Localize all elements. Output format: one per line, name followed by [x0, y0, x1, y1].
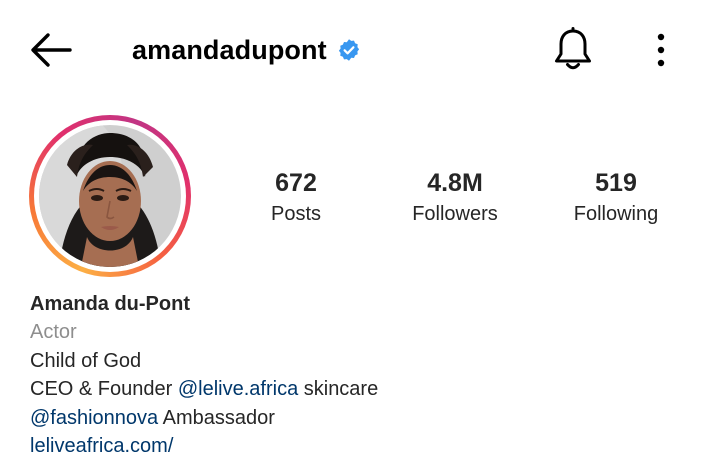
posts-label: Posts — [270, 203, 322, 225]
avatar — [39, 125, 181, 267]
followers-count: 4.8M — [427, 169, 483, 197]
following-count-stat[interactable]: 519 Following — [556, 166, 676, 228]
followers-count-stat[interactable]: 4.8M Followers — [385, 166, 525, 228]
full-name: Amanda du-Pont — [30, 293, 190, 315]
bio-website: leliveafrica.com/ — [30, 432, 690, 460]
verified-badge-icon — [337, 38, 361, 62]
posts-count-stat[interactable]: 672 Posts — [236, 166, 356, 228]
bio-line-2: CEO & Founder @lelive.africa skincare — [30, 375, 690, 403]
following-label: Following — [573, 203, 659, 225]
following-count: 519 — [595, 169, 637, 197]
mention-lelive-africa-link[interactable]: @lelive.africa — [178, 378, 298, 400]
story-ring-avatar[interactable] — [29, 115, 191, 277]
mention-fashionnova-link[interactable]: @fashionnova — [30, 407, 158, 429]
website-link[interactable]: leliveafrica.com/ — [30, 435, 173, 457]
profile-header: amandadupont — [0, 0, 720, 100]
followers-label: Followers — [412, 203, 498, 225]
bio-line-2-suffix: skincare — [298, 378, 379, 401]
bio-line-2-prefix: CEO & Founder — [30, 378, 178, 401]
bell-icon[interactable] — [552, 26, 594, 74]
category-label: Actor — [30, 321, 77, 344]
more-options-icon[interactable] — [648, 32, 674, 68]
username-title: amandadupont — [132, 30, 361, 70]
bio-line-3-suffix: Ambassador — [158, 406, 275, 429]
profile-bio: Amanda du-Pont Actor Child of God CEO & … — [30, 290, 690, 460]
username-text: amandadupont — [132, 34, 327, 65]
back-arrow-icon[interactable] — [28, 30, 74, 70]
bio-line-1: Child of God — [30, 349, 142, 372]
posts-count: 672 — [275, 169, 317, 197]
bio-line-3: @fashionnova Ambassador — [30, 404, 690, 432]
